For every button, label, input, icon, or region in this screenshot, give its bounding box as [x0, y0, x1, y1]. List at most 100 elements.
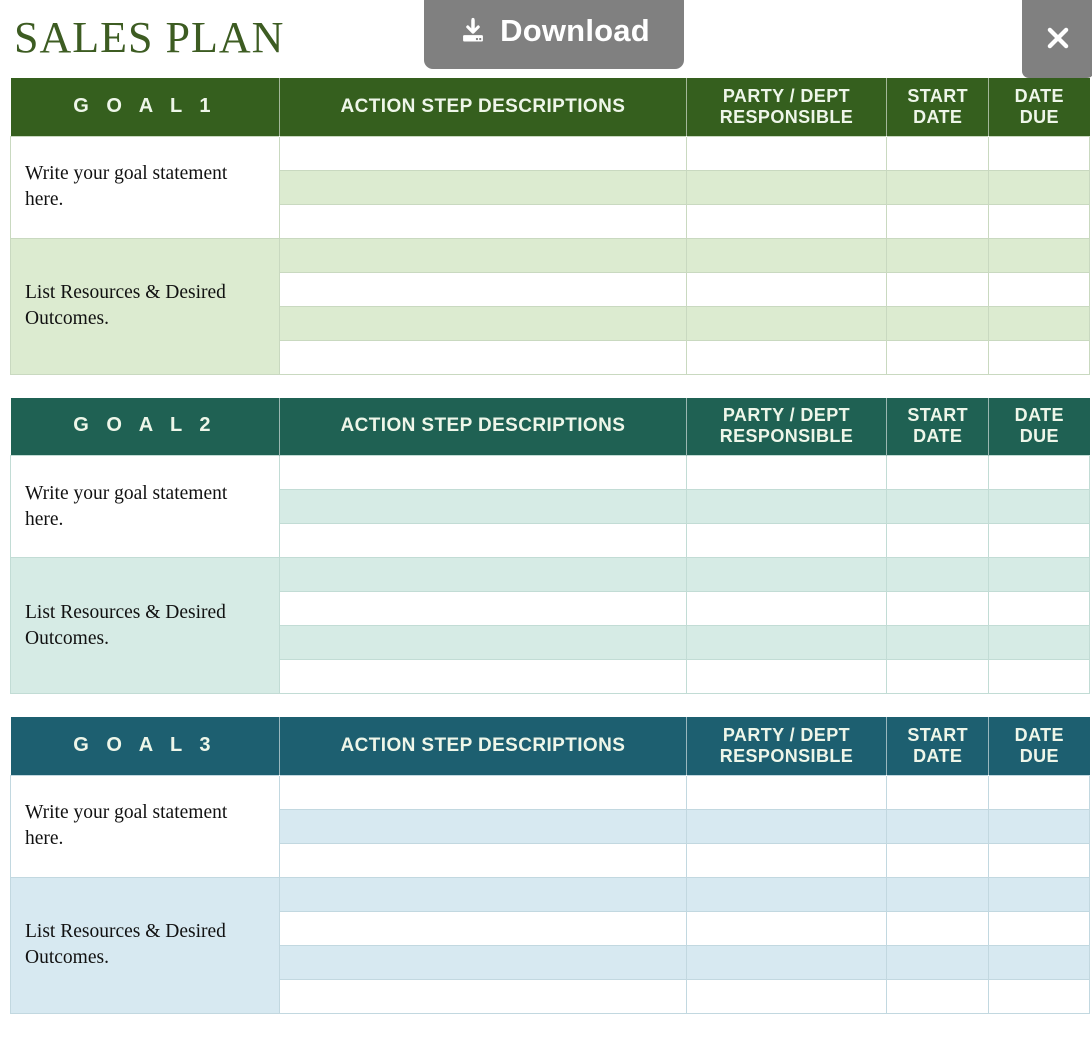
date-due-cell[interactable] [989, 626, 1090, 660]
party-cell[interactable] [686, 136, 887, 170]
date-due-cell[interactable] [989, 592, 1090, 626]
start-date-cell[interactable] [887, 170, 989, 204]
start-date-cell[interactable] [887, 456, 989, 490]
action-cell[interactable] [280, 170, 686, 204]
start-date-cell[interactable] [887, 809, 989, 843]
start-date-cell[interactable] [887, 945, 989, 979]
start-date-cell[interactable] [887, 204, 989, 238]
action-cell[interactable] [280, 558, 686, 592]
party-cell[interactable] [686, 524, 887, 558]
date-due-cell[interactable] [989, 524, 1090, 558]
start-date-cell[interactable] [887, 660, 989, 694]
start-date-cell[interactable] [887, 877, 989, 911]
action-cell[interactable] [280, 490, 686, 524]
top-bar: SALES PLAN Download [0, 0, 1092, 78]
action-cell[interactable] [280, 272, 686, 306]
close-button[interactable] [1022, 0, 1092, 78]
action-cell[interactable] [280, 911, 686, 945]
start-date-cell[interactable] [887, 306, 989, 340]
start-date-cell[interactable] [887, 490, 989, 524]
date-due-cell[interactable] [989, 340, 1090, 374]
start-date-cell[interactable] [887, 272, 989, 306]
action-cell[interactable] [280, 809, 686, 843]
date-due-cell[interactable] [989, 843, 1090, 877]
start-date-cell[interactable] [887, 558, 989, 592]
date-due-cell[interactable] [989, 490, 1090, 524]
date-due-cell[interactable] [989, 911, 1090, 945]
party-cell[interactable] [686, 204, 887, 238]
goal-1-resources-cell[interactable]: List Resources & Desired Outcomes. [11, 238, 280, 374]
party-cell[interactable] [686, 456, 887, 490]
start-date-cell[interactable] [887, 775, 989, 809]
goal-2-statement-cell[interactable]: Write your goal statement here. [11, 456, 280, 558]
party-cell[interactable] [686, 558, 887, 592]
date-due-cell[interactable] [989, 945, 1090, 979]
party-cell[interactable] [686, 945, 887, 979]
action-cell[interactable] [280, 877, 686, 911]
action-cell[interactable] [280, 306, 686, 340]
party-cell[interactable] [686, 306, 887, 340]
action-cell[interactable] [280, 626, 686, 660]
date-due-cell[interactable] [989, 775, 1090, 809]
action-cell[interactable] [280, 238, 686, 272]
party-cell[interactable] [686, 490, 887, 524]
party-cell[interactable] [686, 877, 887, 911]
action-cell[interactable] [280, 136, 686, 170]
action-cell[interactable] [280, 775, 686, 809]
start-date-cell[interactable] [887, 911, 989, 945]
start-date-cell[interactable] [887, 136, 989, 170]
date-due-cell[interactable] [989, 136, 1090, 170]
date-due-cell[interactable] [989, 877, 1090, 911]
party-cell[interactable] [686, 979, 887, 1013]
party-cell[interactable] [686, 911, 887, 945]
goal-2-resources-cell[interactable]: List Resources & Desired Outcomes. [11, 558, 280, 694]
party-cell[interactable] [686, 170, 887, 204]
party-cell[interactable] [686, 809, 887, 843]
date-due-cell[interactable] [989, 809, 1090, 843]
party-cell[interactable] [686, 843, 887, 877]
action-cell[interactable] [280, 592, 686, 626]
action-cell[interactable] [280, 340, 686, 374]
action-cell[interactable] [280, 979, 686, 1013]
start-date-cell[interactable] [887, 524, 989, 558]
start-date-cell[interactable] [887, 626, 989, 660]
start-date-cell[interactable] [887, 979, 989, 1013]
start-date-cell[interactable] [887, 238, 989, 272]
goal-3-resources-cell[interactable]: List Resources & Desired Outcomes. [11, 877, 280, 1013]
date-due-cell[interactable] [989, 558, 1090, 592]
party-cell[interactable] [686, 626, 887, 660]
date-due-cell[interactable] [989, 979, 1090, 1013]
date-due-cell[interactable] [989, 204, 1090, 238]
start-date-cell[interactable] [887, 340, 989, 374]
party-cell[interactable] [686, 272, 887, 306]
party-cell[interactable] [686, 238, 887, 272]
action-cell[interactable] [280, 456, 686, 490]
party-header-line-1: PARTY / DEPT [723, 405, 850, 425]
goal-3-statement-cell[interactable]: Write your goal statement here. [11, 775, 280, 877]
download-button[interactable]: Download [424, 0, 684, 69]
goal-1-statement-cell[interactable]: Write your goal statement here. [11, 136, 280, 238]
start-date-cell[interactable] [887, 592, 989, 626]
date-due-cell[interactable] [989, 238, 1090, 272]
party-cell[interactable] [686, 660, 887, 694]
action-cell[interactable] [280, 660, 686, 694]
table-row: List Resources & Desired Outcomes. [11, 877, 1090, 911]
date-due-cell[interactable] [989, 272, 1090, 306]
column-header-action-steps: ACTION STEP DESCRIPTIONS [280, 717, 686, 775]
party-cell[interactable] [686, 340, 887, 374]
action-cell[interactable] [280, 843, 686, 877]
party-cell[interactable] [686, 592, 887, 626]
action-cell[interactable] [280, 204, 686, 238]
action-cell[interactable] [280, 945, 686, 979]
date-due-cell[interactable] [989, 170, 1090, 204]
column-header-start-date: START DATE [887, 398, 989, 456]
party-cell[interactable] [686, 775, 887, 809]
date-due-cell[interactable] [989, 660, 1090, 694]
action-cell[interactable] [280, 524, 686, 558]
goal-2-title: G O A L 2 [11, 398, 280, 456]
date-due-cell[interactable] [989, 456, 1090, 490]
table-row: Write your goal statement here. [11, 456, 1090, 490]
date-due-cell[interactable] [989, 306, 1090, 340]
column-header-date-due: DATE DUE [989, 717, 1090, 775]
start-date-cell[interactable] [887, 843, 989, 877]
